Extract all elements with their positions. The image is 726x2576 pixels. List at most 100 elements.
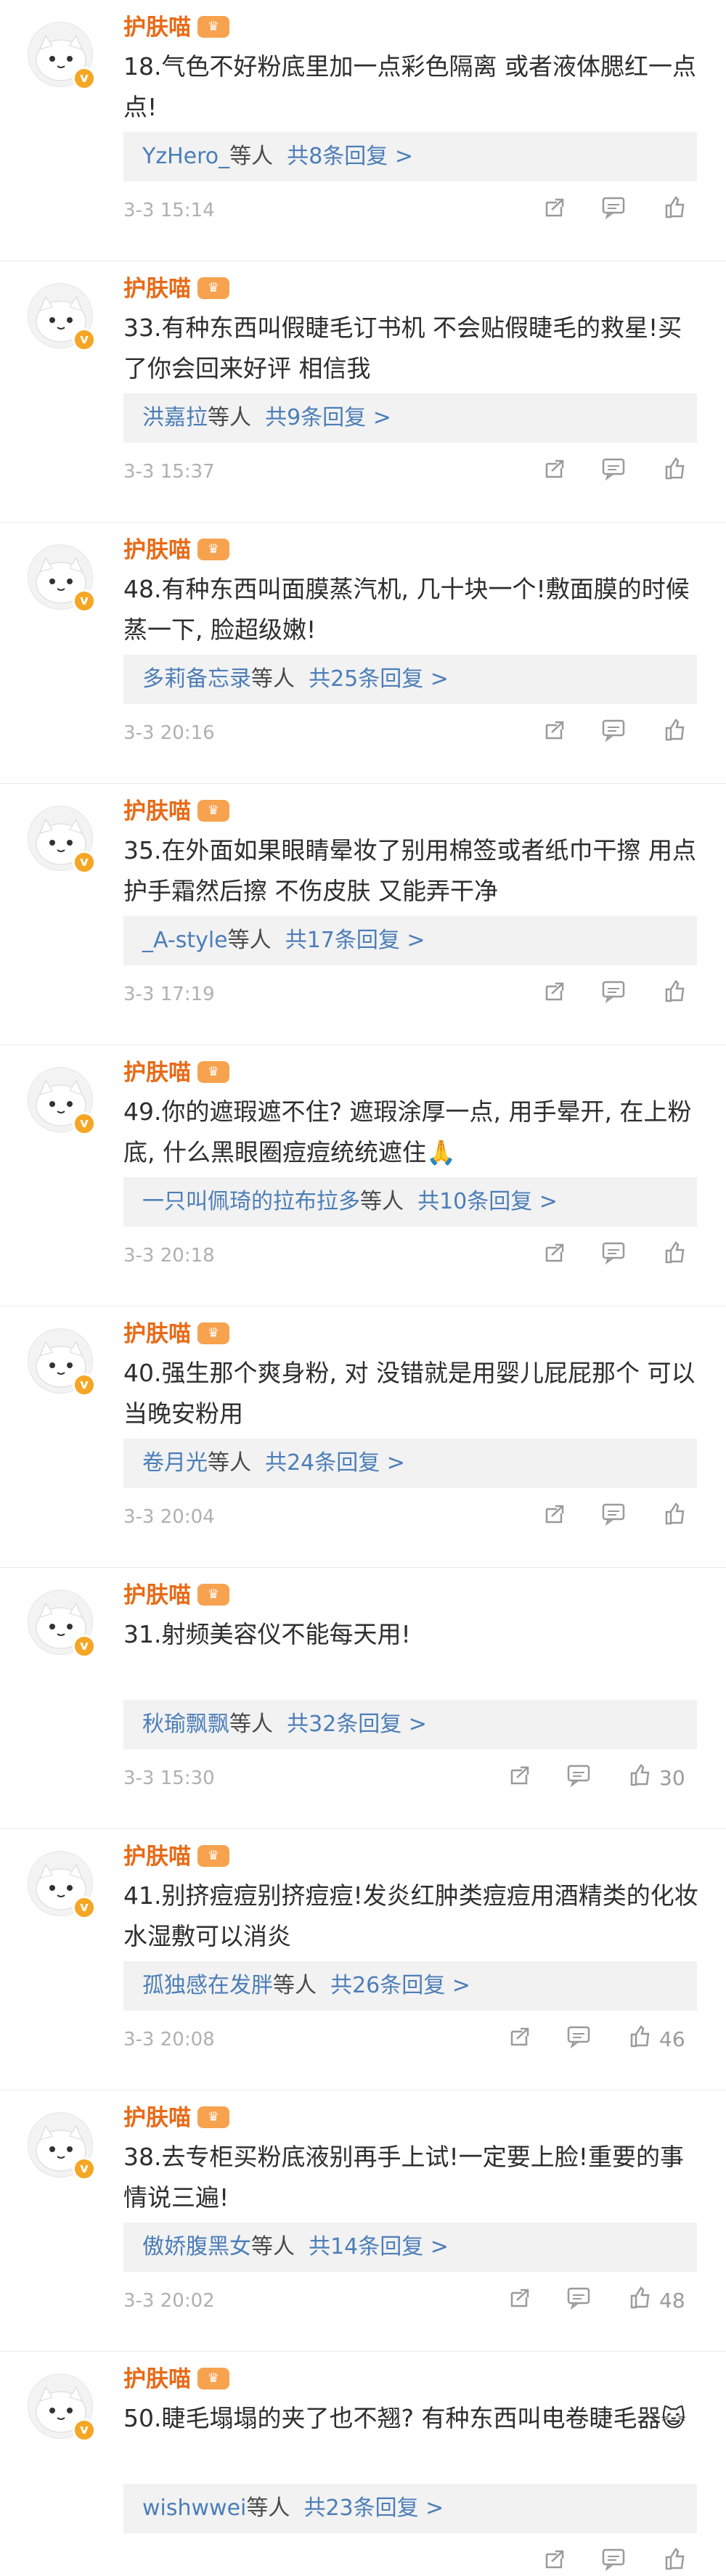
like-icon[interactable] bbox=[661, 716, 688, 744]
share-icon[interactable] bbox=[541, 978, 568, 1005]
reply-user[interactable]: _A-style bbox=[142, 928, 228, 953]
like-icon[interactable] bbox=[661, 1500, 688, 1528]
author-name[interactable]: 护肤喵 bbox=[123, 13, 191, 42]
author-name[interactable]: 护肤喵 bbox=[123, 536, 191, 565]
reply-count[interactable]: 共9条回复 > bbox=[265, 405, 391, 430]
reply-summary[interactable]: 傲娇腹黑女等人 共14条回复 > bbox=[123, 2223, 697, 2272]
like-icon[interactable] bbox=[626, 2023, 653, 2050]
author-name[interactable]: 护肤喵 bbox=[123, 2365, 191, 2394]
reply-summary[interactable]: 孤独感在发胖等人 共26条回复 > bbox=[123, 1961, 697, 2011]
verified-badge: v bbox=[73, 1112, 96, 1135]
reply-suffix: 等人 bbox=[229, 144, 274, 169]
vip-icon: ♛ bbox=[197, 1322, 229, 1344]
reply-count[interactable]: 共25条回复 > bbox=[309, 666, 449, 692]
share-icon[interactable] bbox=[506, 2023, 534, 2050]
reply-summary[interactable]: _A-style等人 共17条回复 > bbox=[123, 916, 697, 965]
reply-user[interactable]: YzHero_ bbox=[142, 144, 229, 169]
comment-icon[interactable] bbox=[565, 2023, 592, 2050]
comment-icon[interactable] bbox=[600, 455, 627, 483]
like-icon[interactable] bbox=[626, 1762, 653, 1789]
comment-icon[interactable] bbox=[600, 194, 627, 221]
share-icon[interactable] bbox=[506, 2284, 534, 2312]
reply-user[interactable]: 多莉备忘录 bbox=[142, 666, 251, 692]
vip-icon: ♛ bbox=[197, 1845, 229, 1867]
reply-summary[interactable]: YzHero_等人 共8条回复 > bbox=[123, 132, 697, 181]
comment-time: 3-3 17:19 bbox=[123, 984, 215, 1005]
reply-summary[interactable]: wishwwei等人 共23条回复 > bbox=[123, 2484, 697, 2533]
comment-item: v 护肤喵 ♛ 33.有种东西叫假睫毛订书机 不会贴假睫毛的救星!买了你会回来好… bbox=[0, 261, 726, 523]
reply-suffix: 等人 bbox=[208, 405, 251, 430]
reply-user[interactable]: 傲娇腹黑女 bbox=[142, 2234, 251, 2260]
comment-icon[interactable] bbox=[600, 2546, 627, 2573]
reply-count[interactable]: 共14条回复 > bbox=[309, 2234, 449, 2260]
author-name[interactable]: 护肤喵 bbox=[123, 2103, 191, 2133]
author-name[interactable]: 护肤喵 bbox=[123, 1320, 191, 1349]
comment-item: v 护肤喵 ♛ 40.强生那个爽身粉, 对 没错就是用婴儿屁屁那个 可以当晚安粉… bbox=[0, 1307, 726, 1568]
share-icon[interactable] bbox=[506, 1762, 534, 1789]
verified-badge: v bbox=[73, 2157, 96, 2180]
like-icon[interactable] bbox=[661, 2546, 688, 2573]
like-icon[interactable] bbox=[661, 194, 688, 221]
reply-count[interactable]: 共24条回复 > bbox=[265, 1450, 405, 1476]
comment-text: 18.气色不好粉底里加一点彩色隔离 或者液体腮红一点点! bbox=[123, 52, 696, 121]
reply-count[interactable]: 共26条回复 > bbox=[330, 1973, 470, 1998]
share-icon[interactable] bbox=[541, 2546, 568, 2573]
vip-icon: ♛ bbox=[197, 2368, 229, 2389]
verified-badge: v bbox=[73, 1635, 96, 1658]
reply-summary[interactable]: 一只叫佩琦的拉布拉多等人 共10条回复 > bbox=[123, 1177, 697, 1227]
comment-text: 50.睫毛塌塌的夹了也不翘? 有种东西叫电卷睫毛器😺 bbox=[123, 2404, 686, 2432]
reply-user[interactable]: 孤独感在发胖 bbox=[142, 1973, 273, 1998]
share-icon[interactable] bbox=[541, 455, 568, 483]
reply-count[interactable]: 共10条回复 > bbox=[417, 1189, 558, 1214]
reply-summary[interactable]: 洪嘉拉等人 共9条回复 > bbox=[123, 393, 697, 443]
author-name[interactable]: 护肤喵 bbox=[123, 1058, 191, 1087]
like-icon[interactable] bbox=[661, 455, 688, 483]
reply-suffix: 等人 bbox=[227, 928, 272, 953]
author-name[interactable]: 护肤喵 bbox=[123, 797, 191, 826]
reply-summary[interactable]: 卷月光等人 共24条回复 > bbox=[123, 1439, 697, 1488]
reply-count[interactable]: 共8条回复 > bbox=[287, 144, 413, 169]
reply-user[interactable]: 秋瑜飘飘 bbox=[142, 1712, 229, 1737]
comment-item: v 护肤喵 ♛ 41.别挤痘痘别挤痘痘!发炎红肿类痘痘用酒精类的化妆水湿敷可以消… bbox=[0, 1829, 726, 2090]
share-icon[interactable] bbox=[541, 1500, 568, 1528]
comment-time: 3-3 20:18 bbox=[123, 1245, 215, 1267]
comment-icon[interactable] bbox=[600, 1239, 627, 1267]
comment-icon[interactable] bbox=[600, 716, 627, 744]
like-icon[interactable] bbox=[661, 1239, 688, 1267]
reply-count[interactable]: 共17条回复 > bbox=[285, 928, 425, 953]
vip-icon: ♛ bbox=[197, 800, 229, 822]
reply-suffix: 等人 bbox=[251, 666, 295, 692]
reply-user[interactable]: 洪嘉拉 bbox=[142, 405, 208, 430]
reply-count[interactable]: 共32条回复 > bbox=[287, 1712, 427, 1737]
comment-text: 38.去专柜买粉底液别再手上试!一定要上脸!重要的事情说三遍! bbox=[123, 2143, 684, 2212]
share-icon[interactable] bbox=[541, 716, 568, 744]
reply-suffix: 等人 bbox=[273, 1973, 317, 1998]
comment-item: v 护肤喵 ♛ 38.去专柜买粉底液别再手上试!一定要上脸!重要的事情说三遍! … bbox=[0, 2090, 726, 2352]
comment-icon[interactable] bbox=[565, 1762, 592, 1789]
author-name[interactable]: 护肤喵 bbox=[123, 1581, 191, 1610]
reply-summary[interactable]: 多莉备忘录等人 共25条回复 > bbox=[123, 655, 697, 704]
comment-icon[interactable] bbox=[600, 1500, 627, 1528]
like-count: 30 bbox=[659, 1766, 685, 1790]
verified-badge: v bbox=[73, 1373, 96, 1397]
verified-badge: v bbox=[73, 1896, 96, 1919]
share-icon[interactable] bbox=[541, 194, 568, 221]
author-name[interactable]: 护肤喵 bbox=[123, 274, 191, 303]
share-icon[interactable] bbox=[541, 1239, 568, 1267]
comment-item: v 护肤喵 ♛ 31.射频美容仪不能每天用! 秋瑜飘飘等人 共32条回复 > 3… bbox=[0, 1568, 726, 1829]
like-icon[interactable] bbox=[626, 2284, 653, 2312]
like-icon[interactable] bbox=[661, 978, 688, 1005]
comment-icon[interactable] bbox=[600, 978, 627, 1005]
reply-user[interactable]: 卷月光 bbox=[142, 1450, 208, 1476]
reply-user[interactable]: 一只叫佩琦的拉布拉多 bbox=[142, 1189, 360, 1214]
verified-badge: v bbox=[73, 589, 96, 613]
comment-time: 3-3 15:30 bbox=[123, 1767, 215, 1789]
author-name[interactable]: 护肤喵 bbox=[123, 1842, 191, 1871]
reply-summary[interactable]: 秋瑜飘飘等人 共32条回复 > bbox=[123, 1700, 697, 1749]
comment-time: 3-3 15:14 bbox=[123, 200, 215, 221]
like-count: 48 bbox=[659, 2289, 685, 2313]
verified-badge: v bbox=[73, 851, 96, 874]
verified-badge: v bbox=[73, 328, 96, 351]
comment-text: 35.在外面如果眼睛晕妆了别用棉签或者纸巾干擦 用点护手霜然后擦 不伤皮肤 又能… bbox=[123, 836, 696, 905]
comment-icon[interactable] bbox=[565, 2284, 592, 2312]
